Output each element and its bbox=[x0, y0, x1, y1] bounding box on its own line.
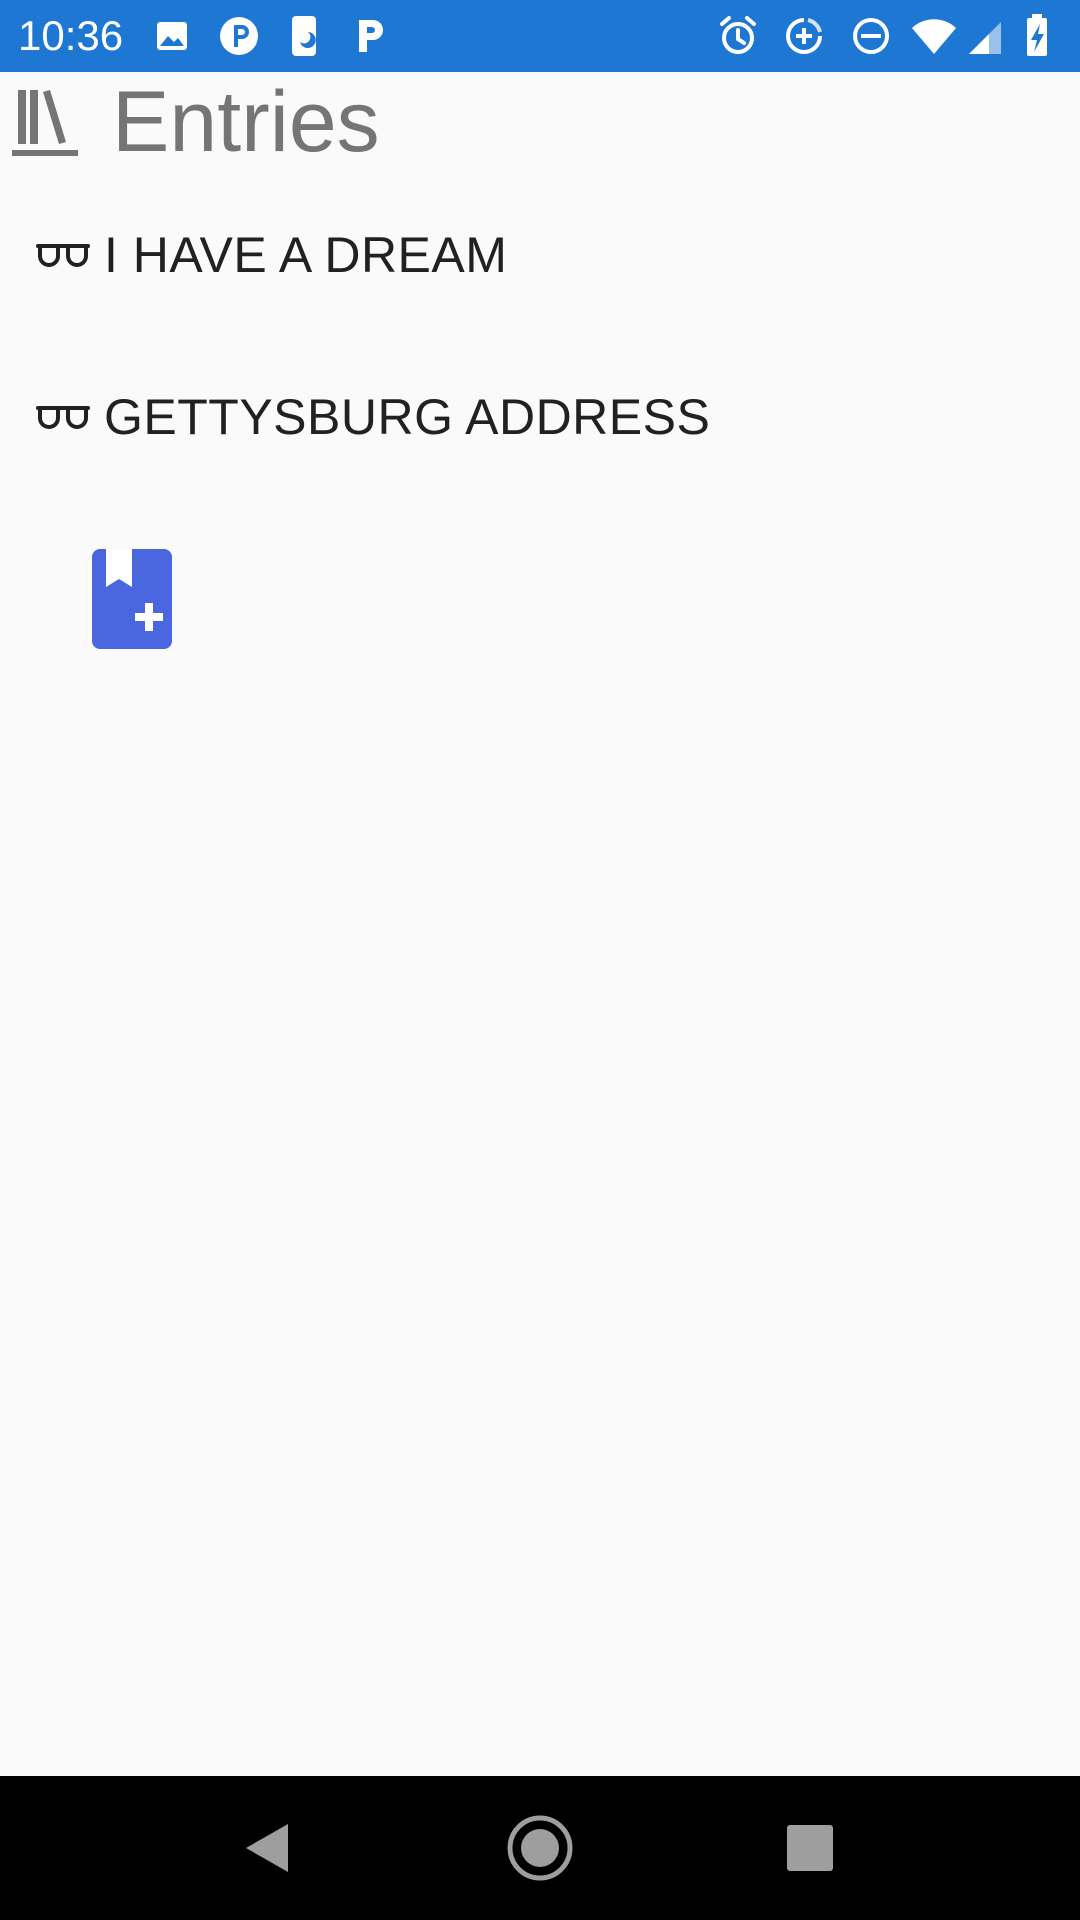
home-button[interactable] bbox=[480, 1776, 600, 1920]
entry-label: GETTYSBURG ADDRESS bbox=[104, 389, 711, 445]
cell-signal-icon bbox=[965, 12, 1013, 60]
wifi-icon bbox=[910, 12, 958, 60]
status-time: 10:36 bbox=[18, 12, 124, 59]
entry-label: I HAVE A DREAM bbox=[104, 227, 508, 283]
image-notification-icon bbox=[148, 12, 196, 60]
data-saver-icon bbox=[780, 12, 828, 60]
library-books-icon bbox=[10, 84, 80, 164]
do-not-disturb-icon bbox=[847, 12, 895, 60]
alarm-icon bbox=[714, 12, 762, 60]
page-title: Entries bbox=[112, 74, 380, 170]
night-mode-icon bbox=[280, 12, 328, 60]
recents-button[interactable] bbox=[750, 1776, 870, 1920]
bookmark-add-icon bbox=[92, 549, 172, 649]
back-button[interactable] bbox=[210, 1776, 330, 1920]
glasses-icon bbox=[36, 402, 90, 432]
battery-charging-icon bbox=[1016, 12, 1064, 60]
add-entry-button[interactable] bbox=[92, 549, 172, 649]
glasses-icon bbox=[36, 240, 90, 270]
parking-p-icon bbox=[345, 12, 393, 60]
parking-app-icon bbox=[215, 12, 263, 60]
entry-gettysburg-address[interactable]: GETTYSBURG ADDRESS bbox=[36, 377, 1036, 457]
navigation-bar bbox=[0, 1776, 1080, 1920]
app-header: Entries bbox=[0, 72, 1080, 182]
entry-i-have-a-dream[interactable]: I HAVE A DREAM bbox=[36, 215, 1036, 295]
status-bar: 10:36 bbox=[0, 0, 1080, 72]
app-screen: 10:36 Entries I HAVE A DREAM GETTYSBURG … bbox=[0, 0, 1080, 1920]
